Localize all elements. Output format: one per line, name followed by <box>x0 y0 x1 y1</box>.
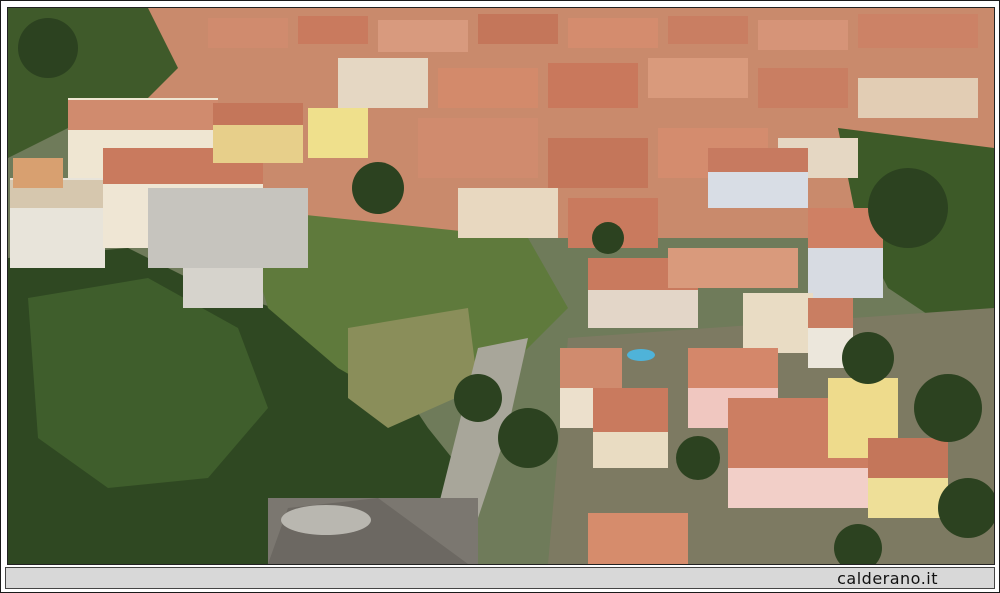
image-frame: calderano.it <box>0 0 1000 593</box>
site-watermark: calderano.it <box>837 569 938 588</box>
caption-bar: calderano.it <box>5 567 995 589</box>
aerial-photo <box>7 7 995 565</box>
aerial-town-illustration <box>8 8 994 564</box>
swimming-pool <box>627 349 655 361</box>
